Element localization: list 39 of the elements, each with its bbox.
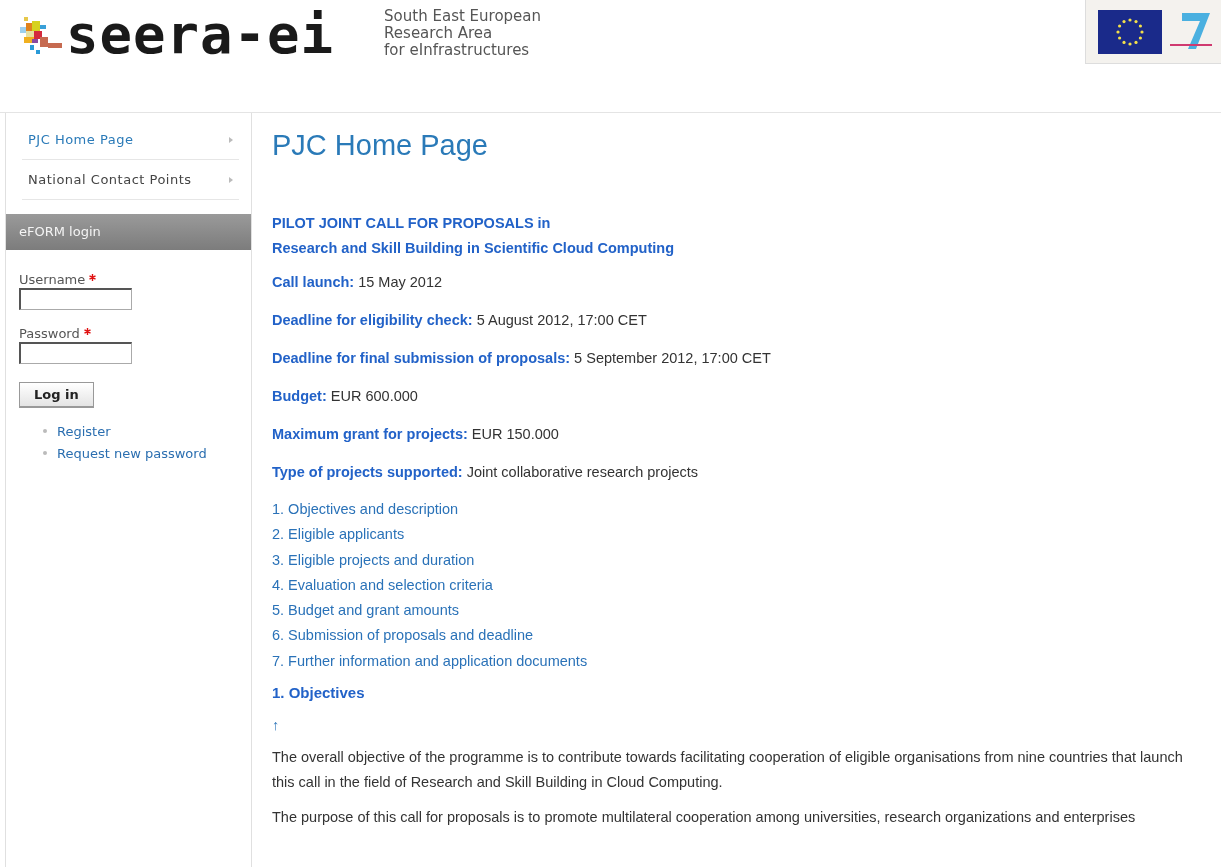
toc-link[interactable]: 7. Further information and application documents: [272, 648, 588, 675]
bullet-icon: [43, 429, 47, 433]
fact-line: Call launch: 15 May 2012: [272, 274, 444, 291]
body-paragraph: The purpose of this call for proposals is to promote multilateral cooperation among universities, research organizations and enterprises: [272, 808, 1137, 828]
field-label: Username: [19, 271, 86, 287]
fact-line: Deadline for final submission of proposals: 5 September 2012, 17:00 CET: [272, 350, 772, 367]
input-field[interactable]: [19, 288, 132, 310]
toc-link[interactable]: 1. Objectives and description: [272, 497, 459, 523]
sidebar-menu-item[interactable]: PJC Home Page: [22, 120, 239, 160]
block-title: eFORM login: [6, 214, 251, 250]
tagline-text: for eInfrastructures: [384, 42, 531, 59]
call-title: Research and Skill Building in Scientific Cloud Computing: [272, 239, 675, 258]
bullet-icon: [43, 451, 47, 455]
fact-line: Maximum grant for projects: EUR 150.000: [272, 426, 560, 443]
tagline-text: South East European: [384, 8, 542, 25]
logo-wordmark: seera-ei: [66, 10, 335, 60]
account-link[interactable]: Request new password: [57, 445, 207, 461]
call-title: PILOT JOINT CALL FOR PROPOSALS in: [272, 214, 552, 233]
fact-line: Deadline for eligibility check: 5 August 2012, 17:00 CET: [272, 312, 648, 329]
toc-link[interactable]: 5. Budget and grant amounts: [272, 598, 460, 624]
toc-link[interactable]: 4. Evaluation and selection criteria: [272, 572, 493, 599]
arrow-icon: [229, 136, 233, 143]
back-to-top-link[interactable]: ↑: [272, 717, 280, 734]
arrow-icon: [229, 176, 233, 183]
body-paragraph: The overall objective of the programme is to contribute towards facilitating cooperation of eligible organisations from nine countries that launch this call in the field of Research and Skill Building in Cloud Computing.: [272, 748, 1184, 793]
account-link[interactable]: Register: [57, 423, 111, 439]
section-heading: 1. Objectives: [272, 683, 366, 704]
fact-line: Budget: EUR 600.000: [272, 388, 419, 405]
toc-link[interactable]: 2. Eligible applicants: [272, 522, 405, 548]
toc-link[interactable]: 3. Eligible projects and duration: [272, 547, 475, 573]
page-title: PJC Home Page: [272, 128, 489, 163]
fact-line: Type of projects supported: Joint collaborative research projects: [272, 464, 699, 481]
field-label: Password: [19, 325, 80, 341]
input-field[interactable]: [19, 342, 132, 364]
sidebar-menu-item[interactable]: National Contact Points: [22, 160, 239, 200]
login-button[interactable]: Log in: [19, 382, 94, 408]
flag-icon: [1098, 9, 1162, 54]
toc-link[interactable]: 6. Submission of proposals and deadline: [272, 623, 534, 649]
tagline-text: Research Area: [384, 25, 494, 42]
